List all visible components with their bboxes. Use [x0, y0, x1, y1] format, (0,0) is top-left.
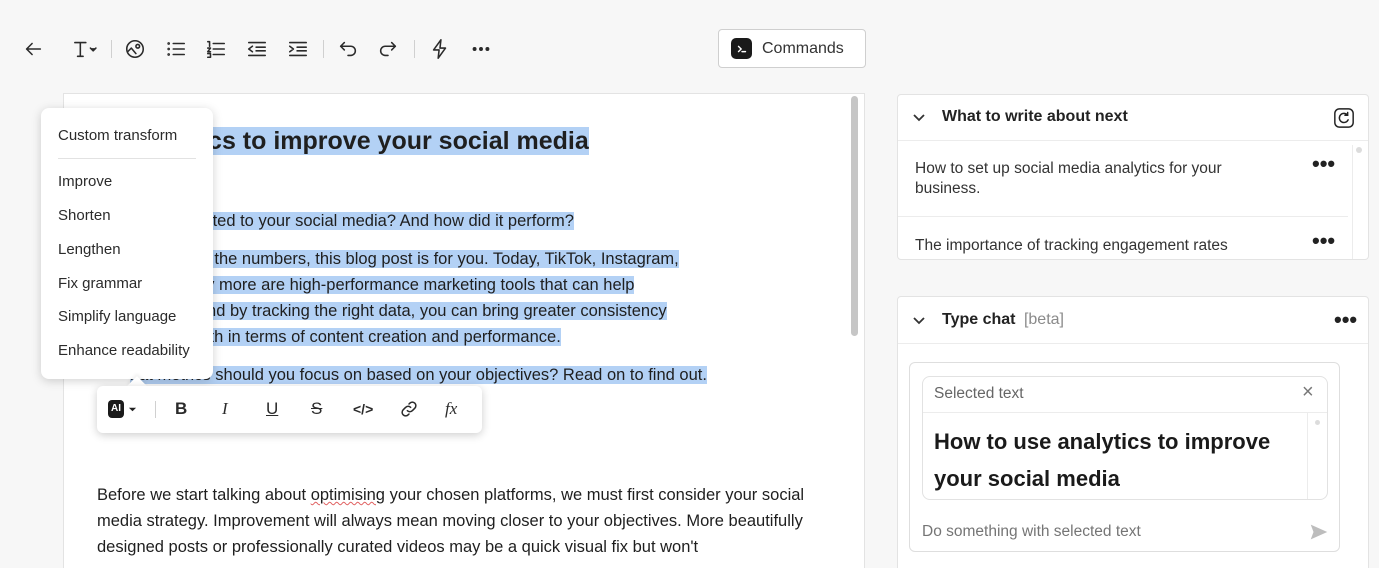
code-button[interactable]: </> [353, 396, 373, 422]
chat-title: Type chat [beta] [942, 311, 1064, 328]
selected-text-content: How to use analytics to improve your soc… [934, 429, 1271, 491]
toolbar-divider [323, 40, 324, 58]
bold-button[interactable]: B [175, 396, 187, 422]
menu-item-fix-grammar[interactable]: Fix grammar [58, 275, 142, 292]
menu-item-lengthen[interactable]: Lengthen [58, 241, 121, 258]
undo-icon[interactable] [333, 34, 363, 64]
terminal-icon [731, 38, 752, 59]
ai-icon: AI [108, 400, 124, 418]
suggestions-title: What to write about next [942, 108, 1128, 125]
suggestions-panel: What to write about next How to set up s… [897, 94, 1369, 260]
text-style-button[interactable] [64, 34, 104, 64]
body-paragraph[interactable]: Before we start talking about optimising… [97, 482, 837, 560]
menu-item-shorten[interactable]: Shorten [58, 207, 111, 224]
commands-label: Commands [762, 39, 844, 57]
numbered-list-icon[interactable] [201, 34, 231, 64]
toolbar-divider [414, 40, 415, 58]
menu-divider [58, 158, 196, 159]
link-button[interactable] [399, 396, 419, 422]
lightning-icon[interactable] [425, 34, 455, 64]
redo-icon[interactable] [373, 34, 403, 64]
selected-text-card: Selected text × How to use analytics to … [922, 376, 1328, 500]
more-options-icon[interactable]: ••• [1312, 153, 1335, 175]
editor-scrollbar[interactable] [851, 96, 858, 336]
suggestion-item[interactable]: How to set up social media analytics for… [915, 159, 1275, 199]
chat-input[interactable] [922, 521, 1292, 543]
menu-item-improve[interactable]: Improve [58, 173, 112, 190]
ai-dropdown-button[interactable]: AI [108, 396, 137, 422]
image-icon[interactable] [120, 34, 150, 64]
refresh-icon[interactable] [1333, 107, 1355, 134]
beta-badge: [beta] [1023, 311, 1064, 328]
panel-divider [898, 343, 1368, 344]
send-icon[interactable] [1308, 521, 1330, 548]
suggestion-item[interactable]: The importance of tracking engagement ra… [915, 236, 1275, 256]
more-options-icon[interactable]: ••• [1334, 309, 1357, 331]
formula-button[interactable]: fx [445, 396, 457, 422]
card-divider [923, 412, 1327, 413]
panel-divider [898, 216, 1348, 217]
close-icon[interactable]: × [1302, 381, 1314, 404]
chevron-down-icon[interactable] [912, 313, 926, 332]
toolbar-divider [155, 401, 156, 418]
panel-divider [898, 140, 1368, 141]
more-options-icon[interactable] [466, 34, 496, 64]
misspelled-word[interactable]: optimising [311, 486, 385, 504]
strikethrough-button[interactable]: S [311, 396, 322, 422]
chevron-down-icon [128, 407, 137, 411]
indent-icon[interactable] [283, 34, 313, 64]
chat-compose-box: Selected text × How to use analytics to … [909, 362, 1340, 552]
bullet-list-icon[interactable] [161, 34, 191, 64]
menu-item-custom-transform[interactable]: Custom transform [58, 127, 177, 144]
toolbar-divider [111, 40, 112, 58]
ai-transform-menu: Custom transform Improve Shorten Lengthe… [41, 108, 213, 379]
underline-button[interactable]: U [266, 396, 278, 422]
selected-text-label: Selected text [934, 385, 1024, 402]
panel-scroll-track[interactable] [1352, 145, 1353, 259]
menu-item-simplify-language[interactable]: Simplify language [58, 308, 176, 325]
menu-item-enhance-readability[interactable]: Enhance readability [58, 342, 190, 359]
more-options-icon[interactable]: ••• [1312, 230, 1335, 252]
back-arrow-icon[interactable] [18, 34, 48, 64]
italic-button[interactable]: I [222, 396, 228, 422]
card-scroll-track[interactable] [1307, 413, 1308, 499]
outdent-icon[interactable] [242, 34, 272, 64]
card-scroll-thumb[interactable] [1315, 420, 1320, 425]
link-icon [401, 401, 417, 417]
chevron-down-icon[interactable] [912, 110, 926, 129]
commands-button[interactable]: Commands [718, 29, 866, 68]
panel-scroll-thumb[interactable] [1356, 147, 1362, 153]
objectives-line[interactable]: hat metrics should you focus on based on… [130, 362, 707, 388]
format-toolbar: AI B I U S </> fx [97, 386, 482, 433]
